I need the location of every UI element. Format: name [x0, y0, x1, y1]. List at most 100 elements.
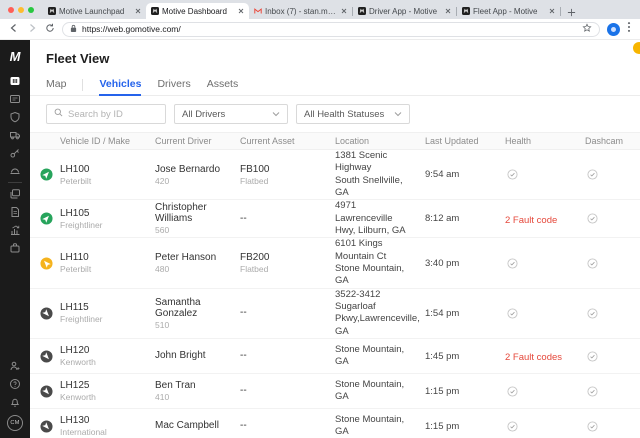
table-row[interactable]: LH115 Freightliner Samantha Gonzalez 510… [30, 289, 640, 339]
tab-title: Inbox (7) - stan.marshal@trucki [265, 7, 338, 16]
tab-title: Driver App - Motive [369, 7, 442, 16]
tab-title: Motive Launchpad [59, 7, 132, 16]
browser-tab-gmail-inbox[interactable]: Inbox (7) - stan.marshal@trucki [249, 3, 352, 19]
app-sidebar: M [0, 40, 30, 438]
tab-close-icon[interactable] [238, 8, 244, 14]
location: Stone Mountain, GA [335, 344, 425, 369]
asset-id: -- [240, 307, 335, 318]
tab-map[interactable]: Map [46, 75, 66, 96]
sidebar-item-truck-icon[interactable] [9, 129, 21, 141]
driver-number: 560 [155, 225, 240, 235]
asset-id: -- [240, 420, 335, 431]
sidebar-item-id-card-icon[interactable] [9, 93, 21, 105]
health-filter-dropdown[interactable]: All Health Statuses [296, 104, 410, 124]
tab-drivers[interactable]: Drivers [157, 75, 190, 96]
last-updated: 9:54 am [425, 169, 505, 180]
new-tab-button[interactable] [567, 8, 576, 17]
last-updated: 1:45 pm [425, 351, 505, 362]
vehicle-status-icon [40, 420, 60, 433]
driver-name: Jose Bernardo [155, 164, 240, 175]
table-row[interactable]: LH105 Freightliner Christopher Williams … [30, 200, 640, 238]
asset-id: FB200 [240, 252, 335, 263]
motive-favicon-icon [358, 7, 366, 15]
driver-name: Ben Tran [155, 380, 240, 391]
main-content: Fleet View Map Vehicles Drivers Assets S… [30, 40, 640, 438]
help-icon[interactable] [9, 378, 21, 390]
table-row[interactable]: LH125 Kenworth Ben Tran 410 -- Stone Mou… [30, 374, 640, 409]
dashcam-status-icon [585, 213, 640, 224]
tab-vehicles[interactable]: Vehicles [99, 75, 141, 96]
search-placeholder: Search by ID [68, 109, 123, 120]
address-bar[interactable]: https://web.gomotive.com/ [62, 22, 600, 37]
add-user-icon[interactable] [9, 360, 21, 372]
browser-tab-driver-app[interactable]: Driver App - Motive [353, 3, 456, 19]
vehicle-make: Kenworth [60, 357, 155, 367]
driver-filter-value: All Drivers [182, 109, 225, 120]
browser-tab-motive-dashboard[interactable]: Motive Dashboard [146, 3, 249, 19]
location: 4971 LawrencevilleHwy, Lilburn, GA [335, 200, 425, 237]
location: Stone Mountain, GA [335, 379, 425, 404]
tab-close-icon[interactable] [135, 8, 141, 14]
sidebar-item-key-icon[interactable] [9, 147, 21, 159]
vehicle-id: LH125 [60, 380, 155, 391]
table-row[interactable]: LH130 International Mac Campbell -- Ston… [30, 409, 640, 438]
reload-icon[interactable] [45, 20, 55, 38]
vehicle-status-icon [40, 257, 60, 270]
vehicle-id: LH110 [60, 252, 155, 263]
search-input[interactable]: Search by ID [46, 104, 166, 124]
location: Stone Mountain, GA [335, 414, 425, 438]
forward-icon[interactable] [27, 20, 37, 38]
sidebar-item-hard-hat-icon[interactable] [9, 165, 21, 177]
vehicle-make: Kenworth [60, 392, 155, 402]
chevron-down-icon [272, 109, 280, 120]
fleet-view-tabs: Map Vehicles Drivers Assets [30, 75, 640, 96]
browser-tab-motive-launchpad[interactable]: Motive Launchpad [43, 3, 146, 19]
window-maximize-button[interactable] [28, 7, 34, 13]
sidebar-item-shield-icon[interactable] [9, 111, 21, 123]
table-row[interactable]: LH100 Peterbilt Jose Bernardo 420 FB100 … [30, 150, 640, 200]
last-updated: 1:15 pm [425, 421, 505, 432]
asset-type: Flatbed [240, 264, 335, 274]
asset-id: FB100 [240, 164, 335, 175]
page-title: Fleet View [30, 40, 640, 66]
tab-separator [560, 7, 561, 16]
window-close-button[interactable] [8, 7, 14, 13]
vehicle-status-icon [40, 212, 60, 225]
column-vehicle-id: Vehicle ID / Make [60, 136, 155, 146]
user-avatar[interactable]: CM [7, 415, 23, 431]
column-current-asset: Current Asset [240, 136, 335, 146]
driver-filter-dropdown[interactable]: All Drivers [174, 104, 288, 124]
sidebar-item-copy-cards-icon[interactable] [9, 188, 21, 200]
vehicle-id: LH105 [60, 208, 155, 219]
tab-close-icon[interactable] [549, 8, 555, 14]
vehicle-make: Peterbilt [60, 264, 155, 274]
sidebar-item-briefcase-icon[interactable] [9, 242, 21, 254]
health-status [505, 386, 585, 397]
lock-icon [70, 24, 77, 35]
table-row[interactable]: LH110 Peterbilt Peter Hanson 480 FB200 F… [30, 238, 640, 288]
column-health: Health [505, 136, 585, 146]
table-row[interactable]: LH120 Kenworth John Bright -- Stone Moun… [30, 339, 640, 374]
browser-tab-fleet-app[interactable]: Fleet App - Motive [457, 3, 560, 19]
tab-close-icon[interactable] [445, 8, 451, 14]
column-current-driver: Current Driver [155, 136, 240, 146]
vehicle-make: Freightliner [60, 220, 155, 230]
tab-title: Fleet App - Motive [473, 7, 546, 16]
sidebar-item-chart-icon[interactable] [9, 224, 21, 236]
browser-profile-avatar[interactable] [607, 23, 620, 36]
vehicle-table: LH100 Peterbilt Jose Bernardo 420 FB100 … [30, 150, 640, 438]
browser-menu-icon[interactable] [627, 20, 631, 38]
dashcam-status-icon [585, 258, 640, 269]
back-icon[interactable] [9, 20, 19, 38]
bookmark-star-icon[interactable] [582, 23, 592, 35]
tab-close-icon[interactable] [341, 8, 347, 14]
column-dashcam: Dashcam [585, 136, 640, 146]
driver-number: 410 [155, 392, 240, 402]
sidebar-item-document-icon[interactable] [9, 206, 21, 218]
chevron-down-icon [394, 109, 402, 120]
tab-assets[interactable]: Assets [207, 75, 239, 96]
window-minimize-button[interactable] [18, 7, 24, 13]
browser-tab-strip: Motive Launchpad Motive Dashboard Inbox … [0, 0, 640, 19]
sidebar-item-fleet-view[interactable] [9, 75, 21, 87]
bell-icon[interactable] [9, 396, 21, 408]
